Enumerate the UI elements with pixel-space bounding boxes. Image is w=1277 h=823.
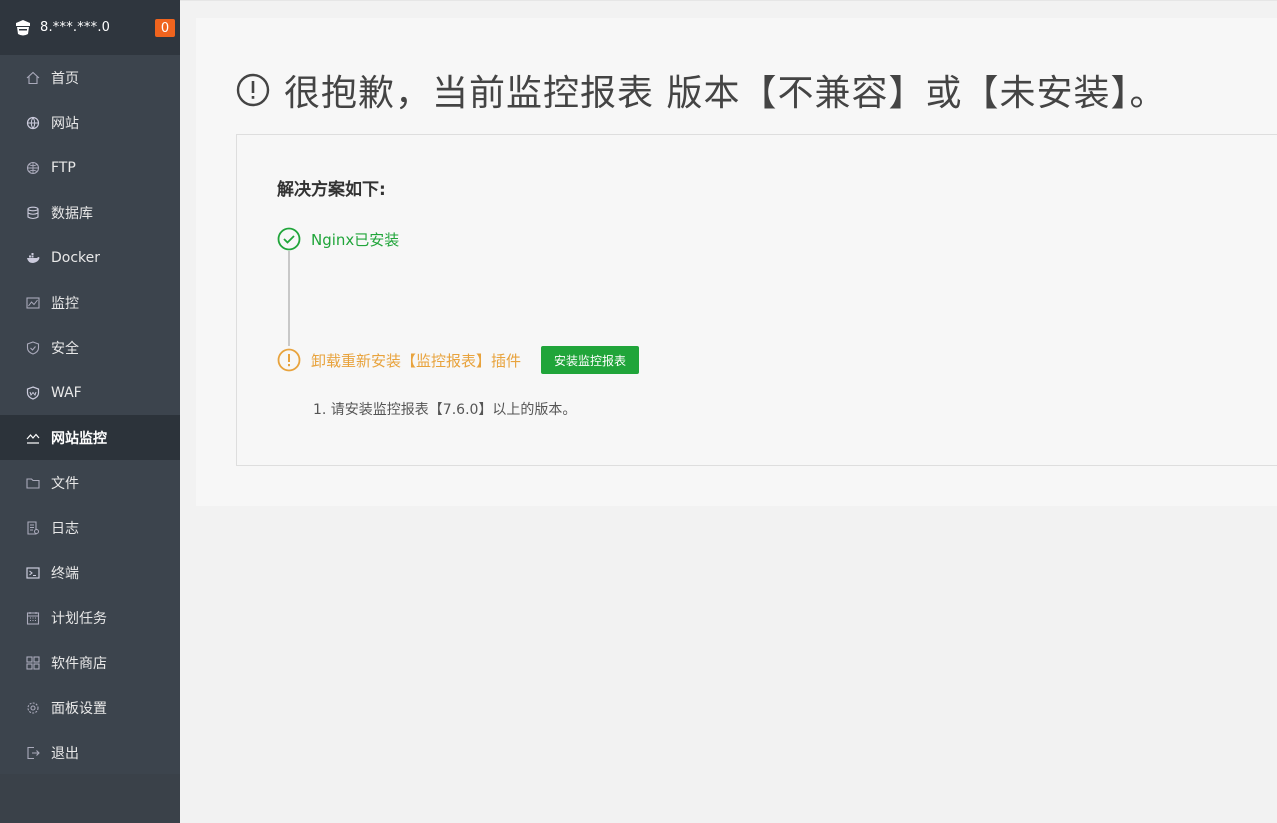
sidebar-item-label: WAF [51,384,82,401]
sidebar-item-label: 日志 [51,520,79,537]
sidebar-item-waf[interactable]: WAF [0,370,180,415]
monitor-chart-icon [25,295,40,310]
terminal-icon [25,565,40,580]
sidebar-item-label: 软件商店 [51,655,107,672]
sidebar-item-files[interactable]: 文件 [0,460,180,505]
server-logo-icon [13,18,33,38]
step2-text: 卸载重新安装【监控报表】插件 [311,351,522,370]
server-name[interactable]: 8.***.***.0 [40,20,110,35]
notification-badge[interactable]: 0 [155,19,175,37]
install-monitor-report-button[interactable]: 安装监控报表 [541,346,640,374]
sidebar-item-settings[interactable]: 面板设置 [0,685,180,730]
sidebar-item-label: Docker [51,249,101,266]
sidebar-header: 8.***.***.0 0 [0,0,180,55]
sidebar-item-label: 数据库 [51,205,93,222]
sidebar-item-label: 退出 [51,745,79,762]
warning-circle-icon [277,348,301,372]
sidebar-footer [0,774,180,823]
log-icon [25,520,40,535]
check-circle-icon [277,227,301,251]
sidebar-item-label: 网站 [51,115,79,132]
version-note: 1. 请安装监控报表【7.6.0】以上的版本。 [313,402,577,418]
solution-title: 解决方案如下: [277,180,386,200]
sidebar-item-label: 文件 [51,475,79,492]
step-connector [288,251,290,346]
sidebar-item-logout[interactable]: 退出 [0,730,180,775]
sidebar-item-label: 终端 [51,565,79,582]
sidebar-item-database[interactable]: 数据库 [0,190,180,235]
sidebar-item-app-store[interactable]: 软件商店 [0,640,180,685]
sidebar-item-ftp[interactable]: FTP [0,145,180,190]
sidebar-item-security[interactable]: 安全 [0,325,180,370]
globe-icon [25,115,40,130]
sidebar-item-site-monitor[interactable]: 网站监控 [0,415,180,460]
sidebar-item-cron[interactable]: 计划任务 [0,595,180,640]
sidebar-item-monitor[interactable]: 监控 [0,280,180,325]
step1-text: Nginx已安装 [311,230,400,249]
main-content: 很抱歉，当前监控报表 版本【不兼容】或【未安装】。 解决方案如下: Nginx已… [180,0,1277,823]
calendar-icon [25,610,40,625]
sidebar-item-label: 计划任务 [51,610,107,627]
docker-icon [25,250,40,265]
sidebar-item-label: 面板设置 [51,700,107,717]
ftp-icon [25,160,40,175]
home-icon [25,70,40,85]
page-title-row: 很抱歉，当前监控报表 版本【不兼容】或【未安装】。 [236,64,1166,116]
exclamation-circle-icon [236,73,270,107]
step-nginx-installed: Nginx已安装 [277,227,399,251]
sidebar-item-website[interactable]: 网站 [0,100,180,145]
sidebar-item-docker[interactable]: Docker [0,235,180,280]
step-reinstall-plugin: 卸载重新安装【监控报表】插件 安装监控报表 [277,346,640,374]
sidebar-item-label: 首页 [51,70,79,87]
apps-grid-icon [25,655,40,670]
sidebar-item-home[interactable]: 首页 [0,55,180,100]
sidebar-item-terminal[interactable]: 终端 [0,550,180,595]
sidebar-menu: 首页 网站 FTP 数据库 Docker 监控 安全 WAF 网站监控 文件 日… [0,55,180,775]
waf-shield-icon [25,385,40,400]
sidebar: 8.***.***.0 0 首页 网站 FTP 数据库 Docker 监控 安全… [0,0,180,823]
solution-card: 解决方案如下: Nginx已安装 卸载重新安装【监控报表】插件 安装监控报表 1… [236,134,1277,466]
sidebar-item-label: 网站监控 [51,430,107,447]
shield-icon [25,340,40,355]
sidebar-item-label: FTP [51,159,76,176]
sidebar-item-logs[interactable]: 日志 [0,505,180,550]
logout-icon [25,745,40,760]
page-title: 很抱歉，当前监控报表 版本【不兼容】或【未安装】。 [284,73,1167,114]
gear-icon [25,700,40,715]
folder-icon [25,475,40,490]
site-monitor-icon [25,430,40,445]
sidebar-item-label: 监控 [51,295,79,312]
top-divider [180,0,1277,1]
sidebar-item-label: 安全 [51,340,79,357]
content-panel: 很抱歉，当前监控报表 版本【不兼容】或【未安装】。 解决方案如下: Nginx已… [196,18,1277,506]
database-icon [25,205,40,220]
